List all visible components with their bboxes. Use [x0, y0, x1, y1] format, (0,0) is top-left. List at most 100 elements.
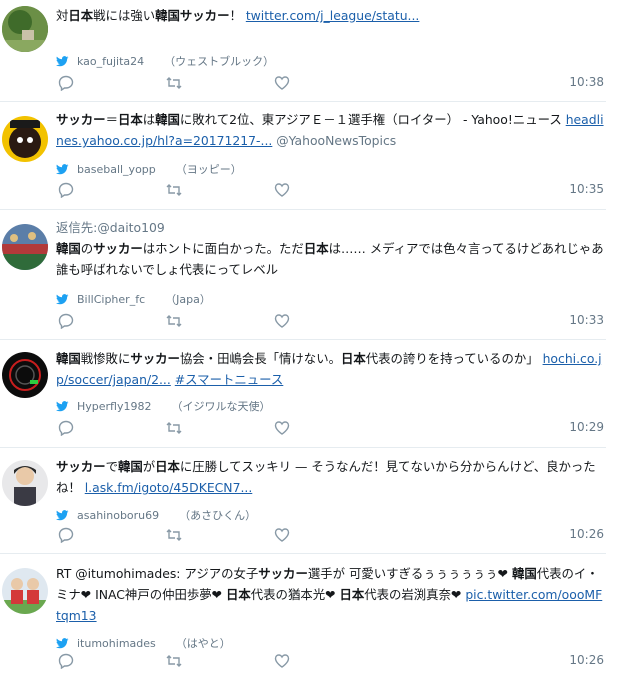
avatar[interactable]	[2, 224, 48, 270]
display-name: （はやと）	[175, 637, 231, 650]
tweet-actions: 10:29	[56, 420, 606, 438]
retweet-icon[interactable]	[166, 653, 182, 669]
tweet-text: 対日本戦には強い韓国サッカー！ twitter.com/j_league/sta…	[56, 5, 606, 26]
tweet-text: サッカーで韓国が日本に圧勝してスッキリ — そうなんだ！見てないから分からんけど…	[56, 456, 606, 498]
tweet-time[interactable]: 10:33	[569, 313, 604, 327]
keyword-highlight: 日本	[226, 587, 251, 602]
tweet-time[interactable]: 10:35	[569, 182, 604, 196]
display-name: （あさひくん）	[179, 509, 257, 522]
retweet-icon[interactable]	[166, 182, 182, 198]
keyword-highlight: サッカー	[93, 241, 143, 256]
avatar-image	[2, 352, 48, 398]
tweet-source: kao_fujita24 （ウェストブルック）	[56, 53, 274, 69]
avatar-image	[2, 224, 48, 270]
avatar[interactable]	[2, 460, 48, 506]
tweet-source: Hyperfly1982 （イジワルな天使）	[56, 398, 271, 414]
heart-icon[interactable]	[274, 75, 290, 91]
reply-icon[interactable]	[58, 182, 74, 198]
keyword-highlight: 韓国	[56, 351, 81, 366]
keyword-highlight: 日本	[339, 587, 365, 602]
screen-name[interactable]: BillCipher_fc	[77, 293, 145, 306]
tweet-time[interactable]: 10:29	[569, 420, 604, 434]
screen-name[interactable]: itumohimades	[77, 637, 156, 650]
tweet-text: 韓国のサッカーはホントに面白かった。ただ日本は…… メディアでは色々言ってるけど…	[56, 238, 606, 280]
keyword-highlight: 日本	[117, 112, 143, 127]
keyword-highlight: サッカー	[130, 351, 180, 366]
tweet-body: 韓国戦惨敗にサッカー協会・田嶋会長「情けない。日本代表の誇りを持っているのか」	[56, 351, 539, 366]
screen-name[interactable]: Hyperfly1982	[77, 400, 152, 413]
avatar-image	[2, 460, 48, 506]
tweet-actions: 10:35	[56, 182, 606, 200]
reply-icon[interactable]	[58, 75, 74, 91]
heart-icon[interactable]	[274, 182, 290, 198]
tweet-actions: 10:33	[56, 313, 606, 331]
hashtag-link[interactable]: #スマートニュース	[175, 372, 284, 387]
keyword-highlight: 韓国	[117, 459, 143, 474]
tweet-actions: 10:26	[56, 527, 606, 545]
keyword-highlight: サッカー	[258, 566, 308, 581]
tweet-text: 韓国戦惨敗にサッカー協会・田嶋会長「情けない。日本代表の誇りを持っているのか」 …	[56, 348, 606, 390]
reply-icon[interactable]	[58, 527, 74, 543]
tweet-5[interactable]: サッカーで韓国が日本に圧勝してスッキリ — そうなんだ！見てないから分からんけど…	[0, 448, 606, 554]
screen-name[interactable]: asahinoboru69	[77, 509, 159, 522]
tweet-link[interactable]: l.ask.fm/igoto/45DKECN7...	[85, 480, 253, 495]
twitter-bird-icon	[56, 637, 69, 649]
keyword-highlight: 韓国	[155, 8, 180, 23]
avatar-image	[2, 116, 48, 162]
retweet-icon[interactable]	[166, 527, 182, 543]
avatar[interactable]	[2, 568, 48, 614]
tweet-body: サッカー＝日本は韓国に敗れて2位、東アジアＥ－１選手権（ロイター） - Yaho…	[56, 112, 562, 127]
twitter-bird-icon	[56, 163, 69, 175]
tweet-source: baseball_yopp （ヨッピー）	[56, 161, 242, 177]
tweet-6[interactable]: RT @itumohimades: アジアの女子サッカー選手が 可愛いすぎるぅぅ…	[0, 554, 606, 676]
tweet-actions: 10:26	[56, 653, 606, 671]
tweet-text: RT @itumohimades: アジアの女子サッカー選手が 可愛いすぎるぅぅ…	[56, 563, 606, 626]
reply-icon[interactable]	[58, 313, 74, 329]
screen-name[interactable]: baseball_yopp	[77, 163, 156, 176]
reply-to[interactable]: 返信先:@daito109	[56, 217, 606, 238]
twitter-bird-icon	[56, 55, 69, 67]
screen-name[interactable]: kao_fujita24	[77, 55, 144, 68]
tweet-link[interactable]: twitter.com/j_league/statu...	[246, 8, 420, 23]
tweet-body: 対日本戦には強い韓国サッカー！	[56, 8, 242, 23]
heart-icon[interactable]	[274, 653, 290, 669]
tweet-source: asahinoboru69 （あさひくん）	[56, 507, 256, 523]
reply-icon[interactable]	[58, 653, 74, 669]
tweet-4[interactable]: 韓国戦惨敗にサッカー協会・田嶋会長「情けない。日本代表の誇りを持っているのか」 …	[0, 340, 606, 448]
keyword-highlight: 日本	[155, 459, 180, 474]
twitter-bird-icon	[56, 400, 69, 412]
keyword-highlight: サッカー	[56, 112, 106, 127]
display-name: （Japa）	[165, 293, 211, 306]
tweet-body: 韓国のサッカーはホントに面白かった。ただ日本は…… メディアでは色々言ってるけど…	[56, 241, 604, 277]
retweet-icon[interactable]	[166, 313, 182, 329]
tweet-source: itumohimades （はやと）	[56, 635, 231, 651]
retweet-icon[interactable]	[166, 420, 182, 436]
display-name: （イジワルな天使）	[171, 400, 271, 413]
twitter-bird-icon	[56, 509, 69, 521]
avatar[interactable]	[2, 352, 48, 398]
keyword-highlight: 韓国	[56, 241, 81, 256]
tweet-source: BillCipher_fc （Japa）	[56, 291, 211, 307]
avatar[interactable]	[2, 116, 48, 162]
heart-icon[interactable]	[274, 527, 290, 543]
heart-icon[interactable]	[274, 313, 290, 329]
tweet-3[interactable]: 返信先:@daito109 韓国のサッカーはホントに面白かった。ただ日本は…… …	[0, 210, 606, 340]
display-name: （ヨッピー）	[175, 163, 242, 176]
tweet-2[interactable]: サッカー＝日本は韓国に敗れて2位、東アジアＥ－１選手権（ロイター） - Yaho…	[0, 102, 606, 210]
tweet-time[interactable]: 10:26	[569, 653, 604, 667]
heart-icon[interactable]	[274, 420, 290, 436]
avatar[interactable]	[2, 6, 48, 52]
keyword-highlight: 日本	[68, 8, 94, 23]
keyword-highlight: サッカー	[179, 8, 230, 23]
keyword-highlight: 韓国	[155, 112, 180, 127]
keyword-highlight: 日本	[340, 351, 366, 366]
tweet-1[interactable]: 対日本戦には強い韓国サッカー！ twitter.com/j_league/sta…	[0, 0, 606, 102]
avatar-image	[2, 568, 48, 614]
tweet-time[interactable]: 10:38	[569, 75, 604, 89]
mention[interactable]: @YahooNewsTopics	[276, 133, 396, 148]
retweet-icon[interactable]	[166, 75, 182, 91]
tweet-time[interactable]: 10:26	[569, 527, 604, 541]
keyword-highlight: サッカー	[56, 459, 106, 474]
reply-icon[interactable]	[58, 420, 74, 436]
keyword-highlight: 日本	[303, 241, 329, 256]
